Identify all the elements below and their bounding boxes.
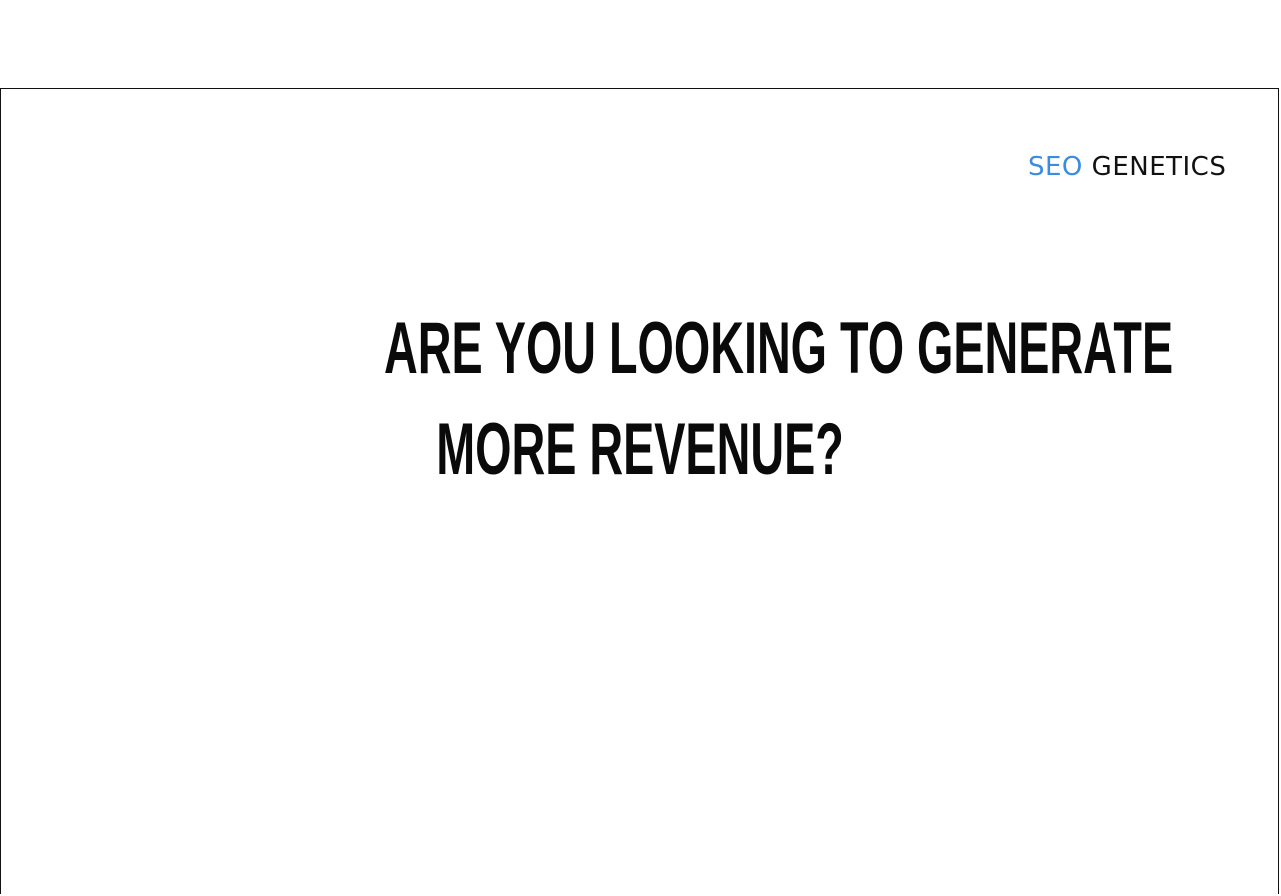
logo-genetics-text: GENETICS — [1091, 152, 1227, 182]
top-blank-area — [0, 0, 1281, 88]
brand-logo: SEO GENETICS — [1028, 150, 1226, 184]
headline-line-1: ARE YOU LOOKING TO GENERATE — [384, 308, 1174, 389]
hero-headline: ARE YOU LOOKING TO GENERATE MORE REVENUE… — [240, 298, 1174, 500]
logo-seo-text: SEO — [1028, 152, 1083, 182]
headline-line-2: MORE REVENUE? — [436, 409, 844, 490]
